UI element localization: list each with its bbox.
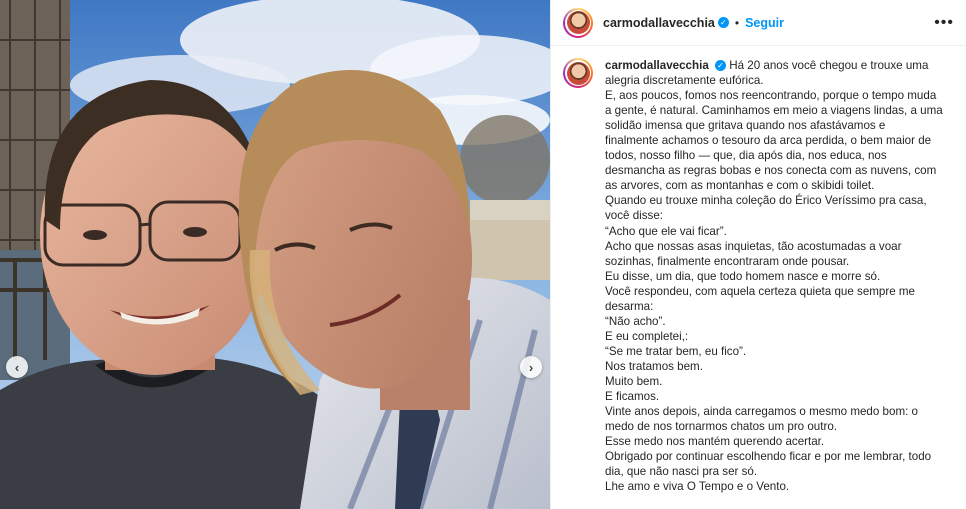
caption-line: Nos tratamos bem.	[605, 359, 703, 373]
caption-line: Obrigado por continuar escolhendo ficar …	[605, 450, 932, 464]
caption-lines: alegria discretamente eufórica. E, aos po…	[605, 73, 951, 494]
avatar-frame	[565, 60, 591, 86]
caption-line: “Não acho”.	[605, 314, 666, 328]
avatar-frame	[565, 9, 591, 36]
caption-line: Vinte anos depois, ainda carregamos o me…	[605, 405, 918, 419]
caption-line: E eu completei,:	[605, 329, 689, 343]
caption-line: “Acho que ele vai ficar”.	[605, 224, 727, 238]
post-header: carmodallavecchia ✓ • Seguir •••	[551, 0, 966, 46]
caption-line: Quando eu trouxe minha coleção do Érico …	[605, 194, 927, 208]
caption-line: desmancha as regras bobas e nos conecta …	[605, 164, 937, 178]
caption-line: Lhe amo e viva O Tempo e o Vento.	[605, 480, 790, 494]
caption-line: Esse medo nos mantém querendo acertar.	[605, 435, 825, 449]
profile-picture	[566, 61, 590, 85]
instagram-post: ‹ › carmodallavecchia ✓ • Seguir ••• car…	[0, 0, 966, 509]
caption-line: finalmente achamos o tesouro da arca per…	[605, 134, 932, 148]
caption-line: Acho que nossas asas inquietas, tão acos…	[605, 239, 902, 253]
follow-button[interactable]: Seguir	[745, 16, 784, 30]
caption-line: medo de nos tornarmos chatos um pro outr…	[605, 420, 837, 434]
verified-badge-icon: ✓	[717, 17, 729, 28]
caption-first-line: carmodallavecchia ✓ Há 20 anos você cheg…	[605, 58, 951, 73]
caption-line: E, aos poucos, fomos nos reencontrando, …	[605, 89, 937, 103]
caption-line: Eu disse, um dia, que todo homem nasce e…	[605, 269, 881, 283]
caption-line: sozinhas, finalmente encontraram onde po…	[605, 254, 850, 268]
next-photo-button[interactable]: ›	[520, 356, 542, 378]
caption-line: as arvores, com as montanhas e com o ski…	[605, 179, 875, 193]
caption-username-link[interactable]: carmodallavecchia	[605, 59, 709, 72]
caption-line: todos, nosso filho — que, dia após dia, …	[605, 149, 887, 163]
caption-first-line-text: Há 20 anos você chegou e trouxe uma	[729, 59, 929, 72]
caption-line: Você respondeu, com aquela certeza quiet…	[605, 284, 916, 298]
caption-line: E ficamos.	[605, 390, 660, 404]
caption-avatar[interactable]	[563, 58, 593, 88]
post-caption: carmodallavecchia ✓ Há 20 anos você cheg…	[551, 46, 966, 494]
caption-line: dia, que não nasci pra ser só.	[605, 465, 758, 479]
dot-separator: •	[734, 15, 740, 30]
caption-line: a gente, é natural. Caminhamos em meio a…	[605, 104, 943, 118]
verified-badge-icon: ✓	[715, 60, 726, 72]
more-options-icon[interactable]: •••	[934, 14, 954, 32]
post-photo[interactable]: ‹ ›	[0, 0, 550, 509]
post-side-panel: carmodallavecchia ✓ • Seguir ••• carmoda…	[550, 0, 966, 509]
caption-line: “Se me tratar bem, eu fico”.	[605, 344, 747, 358]
profile-picture	[566, 11, 590, 34]
caption-line: você disse:	[605, 209, 663, 223]
avatar[interactable]	[563, 7, 593, 38]
caption-line: Muito bem.	[605, 374, 663, 388]
caption-line: desarma:	[605, 299, 654, 313]
selfie-image	[0, 0, 550, 509]
username-link[interactable]: carmodallavecchia	[603, 16, 715, 30]
caption-line: solidão imensa que gritava quando nos af…	[605, 119, 886, 133]
previous-photo-button[interactable]: ‹	[6, 356, 28, 378]
caption-text: carmodallavecchia ✓ Há 20 anos você cheg…	[605, 58, 951, 494]
caption-line: alegria discretamente eufórica.	[605, 74, 764, 88]
